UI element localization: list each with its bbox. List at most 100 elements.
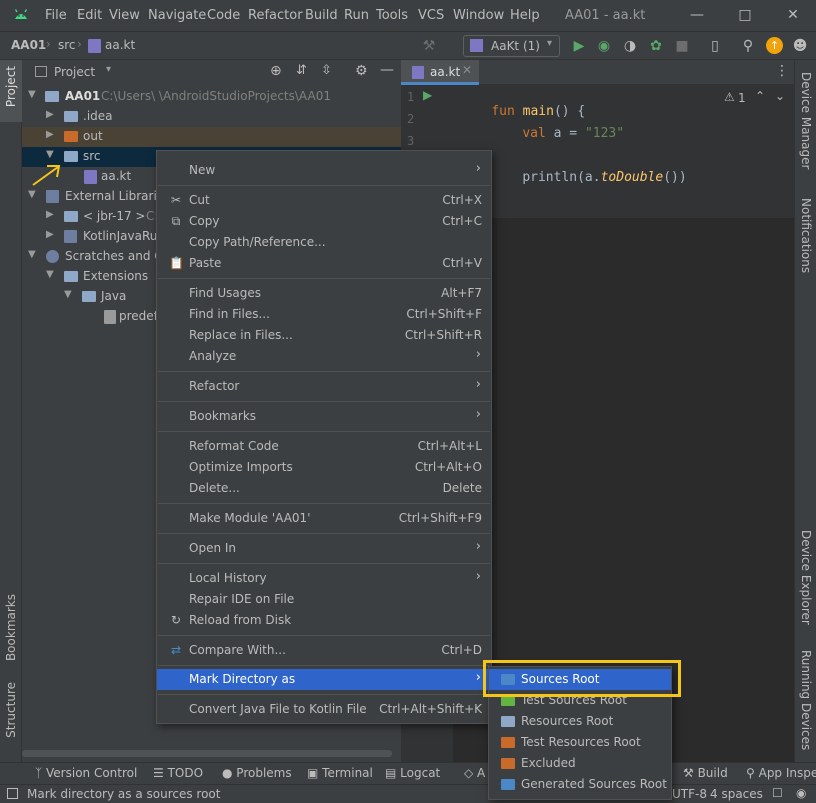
- terminal-tab[interactable]: ▣ Terminal: [307, 766, 373, 780]
- menu-item-copy-path[interactable]: Copy Path/Reference...: [157, 232, 491, 253]
- menu-item-mark-directory-as[interactable]: Mark Directory as ›: [157, 669, 491, 690]
- encoding-indicator[interactable]: UTF-8: [672, 787, 707, 801]
- menu-edit[interactable]: Edit: [77, 8, 102, 23]
- menu-item-cut[interactable]: ✂ Cut Ctrl+X: [157, 190, 491, 211]
- menu-item-refactor[interactable]: Refactor ›: [157, 376, 491, 397]
- chevron-up-icon[interactable]: ⌃: [755, 89, 765, 103]
- menu-item-reformat-code[interactable]: Reformat Code Ctrl+Alt+L: [157, 436, 491, 457]
- menu-file[interactable]: File: [45, 8, 67, 23]
- logcat-tab[interactable]: ▤ Logcat: [385, 766, 440, 780]
- submenu-item-test-resources-root[interactable]: Test Resources Root: [489, 732, 671, 753]
- hide-panel-icon[interactable]: —: [380, 62, 394, 78]
- menu-item-replace-in-files[interactable]: Replace in Files... Ctrl+Shift+R: [157, 325, 491, 346]
- menu-item-copy[interactable]: ⧉ Copy Ctrl+C: [157, 211, 491, 232]
- chevron-down-icon[interactable]: ▾: [106, 64, 111, 75]
- menu-item-find-usages[interactable]: Find Usages Alt+F7: [157, 283, 491, 304]
- menu-vcs[interactable]: VCS: [418, 8, 444, 23]
- folder-icon: [45, 91, 59, 102]
- menu-item-new[interactable]: New ›: [157, 160, 491, 181]
- search-icon[interactable]: ⚲: [739, 37, 757, 55]
- menu-item-local-history[interactable]: Local History ›: [157, 568, 491, 589]
- menu-code[interactable]: Code: [207, 8, 240, 23]
- expand-all-icon[interactable]: ⇵: [296, 63, 307, 78]
- app-inspection-tab[interactable]: ⚲ App Inspe: [746, 766, 816, 780]
- bookmarks-tool-tab[interactable]: Bookmarks: [4, 594, 18, 661]
- maximize-icon[interactable]: □: [733, 4, 757, 26]
- chevron-down-icon: ▼: [28, 89, 36, 100]
- coverage-icon[interactable]: ◑: [621, 37, 639, 55]
- breadcrumb-src[interactable]: src: [58, 38, 76, 52]
- menu-item-reload-from-disk[interactable]: ↻ Reload from Disk: [157, 610, 491, 631]
- menu-item-compare-with[interactable]: ⇄ Compare With... Ctrl+D: [157, 640, 491, 661]
- breadcrumb-separator-icon: ›: [46, 37, 51, 51]
- submenu-item-excluded[interactable]: Excluded: [489, 753, 671, 774]
- app-quality-tab[interactable]: ◇ A: [464, 766, 485, 780]
- account-icon[interactable]: ☻: [791, 37, 809, 55]
- device-manager-tool-tab[interactable]: Device Manager: [799, 72, 813, 169]
- menu-item-analyze[interactable]: Analyze ›: [157, 346, 491, 367]
- menu-build[interactable]: Build: [305, 8, 338, 23]
- menu-item-open-in[interactable]: Open In ›: [157, 538, 491, 559]
- profile-icon[interactable]: ✿: [647, 37, 665, 55]
- update-icon[interactable]: ↑: [766, 37, 783, 54]
- menu-item-convert-java-to-kotlin[interactable]: Convert Java File to Kotlin File Ctrl+Alt…: [157, 699, 491, 720]
- run-configuration-dropdown[interactable]: AaKt (1) ▾: [463, 35, 560, 57]
- run-gutter-icon[interactable]: ▶: [423, 88, 432, 102]
- todo-tab[interactable]: ☰ TODO: [153, 766, 203, 780]
- breadcrumb-project[interactable]: AA01: [11, 38, 46, 52]
- locate-file-icon[interactable]: ⊕: [270, 63, 282, 79]
- hammer-build-icon[interactable]: ⚒: [420, 37, 438, 55]
- menu-view[interactable]: View: [109, 8, 140, 23]
- menu-separator: [158, 401, 490, 402]
- breadcrumb-file[interactable]: aa.kt: [105, 38, 135, 52]
- device-explorer-tool-tab[interactable]: Device Explorer: [799, 530, 813, 625]
- minimize-icon[interactable]: —: [685, 4, 709, 26]
- run-icon[interactable]: ▶: [570, 37, 588, 55]
- menu-item-delete[interactable]: Delete... Delete: [157, 478, 491, 499]
- menu-separator: [158, 665, 490, 666]
- stop-icon[interactable]: ■: [673, 37, 691, 55]
- tool-window-toggle-icon[interactable]: [7, 788, 18, 799]
- device-icon[interactable]: ▯: [706, 37, 724, 55]
- menu-item-make-module[interactable]: Make Module 'AA01' Ctrl+Shift+F9: [157, 508, 491, 529]
- horizontal-scrollbar[interactable]: [22, 750, 392, 757]
- menu-window[interactable]: Window: [453, 8, 504, 23]
- tree-row-idea[interactable]: ▶ .idea: [22, 107, 401, 127]
- menu-item-paste[interactable]: 📋 Paste Ctrl+V: [157, 253, 491, 274]
- tree-label: < jbr-17 >: [83, 209, 146, 223]
- menu-help[interactable]: Help: [510, 8, 540, 23]
- more-icon[interactable]: ⋮: [775, 63, 789, 79]
- notifications-tool-tab[interactable]: Notifications: [799, 198, 813, 273]
- menu-run[interactable]: Run: [344, 8, 369, 23]
- menu-tools[interactable]: Tools: [376, 8, 408, 23]
- submenu-item-generated-sources-root[interactable]: Generated Sources Root: [489, 774, 671, 795]
- build-tab[interactable]: ⚒ Build: [683, 766, 728, 780]
- tree-label: KotlinJavaRun: [83, 229, 165, 243]
- menu-item-optimize-imports[interactable]: Optimize Imports Ctrl+Alt+O: [157, 457, 491, 478]
- warning-icon[interactable]: ⚠: [724, 90, 735, 104]
- gear-icon[interactable]: ⚙: [355, 63, 368, 79]
- tree-row-project-root[interactable]: ▼ AA01 C:\Users\ \AndroidStudioProjects\…: [22, 87, 401, 107]
- problems-tab[interactable]: ● Problems: [222, 766, 292, 780]
- menu-item-repair-ide[interactable]: Repair IDE on File: [157, 589, 491, 610]
- tree-row-out[interactable]: ▶ out: [22, 127, 401, 147]
- chevron-down-icon[interactable]: ⌄: [775, 89, 785, 103]
- lock-icon[interactable]: ☐: [772, 786, 783, 800]
- version-control-tab[interactable]: ᛉ Version Control: [35, 766, 137, 780]
- memory-icon[interactable]: ◉: [796, 786, 806, 800]
- close-tab-icon[interactable]: ✕: [462, 63, 472, 77]
- indent-indicator[interactable]: 4 spaces: [710, 787, 763, 801]
- collapse-all-icon[interactable]: ⇳: [321, 63, 332, 78]
- structure-tool-tab[interactable]: Structure: [4, 682, 18, 738]
- close-icon[interactable]: ✕: [781, 4, 805, 26]
- menu-item-bookmarks[interactable]: Bookmarks ›: [157, 406, 491, 427]
- editor-tab-aa-kt[interactable]: aa.kt ✕: [401, 60, 479, 85]
- menu-navigate[interactable]: Navigate: [148, 8, 206, 23]
- menu-refactor[interactable]: Refactor: [248, 8, 303, 23]
- debug-icon[interactable]: ◉: [595, 37, 613, 55]
- project-tool-tab[interactable]: Project: [0, 60, 22, 122]
- menu-item-find-in-files[interactable]: Find in Files... Ctrl+Shift+F: [157, 304, 491, 325]
- project-view-title[interactable]: Project: [54, 65, 95, 79]
- running-devices-tool-tab[interactable]: Running Devices: [799, 650, 813, 750]
- submenu-item-resources-root[interactable]: Resources Root: [489, 711, 671, 732]
